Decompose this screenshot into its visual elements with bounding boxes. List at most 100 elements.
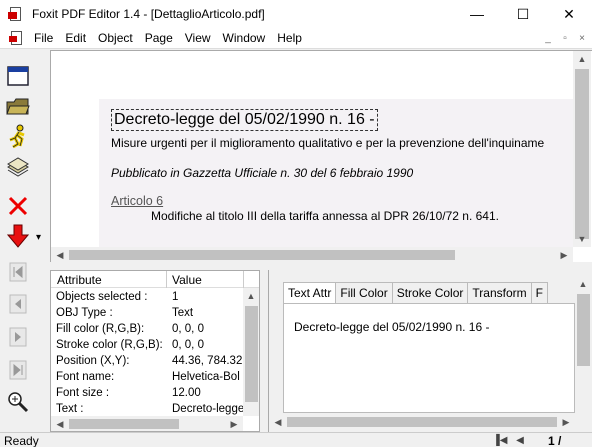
attribute-row: Fill color (R,G,B): 0, 0, 0 bbox=[51, 322, 259, 338]
mdi-close-button[interactable]: × bbox=[574, 30, 590, 46]
menu-edit[interactable]: Edit bbox=[59, 28, 92, 49]
scroll-thumb[interactable] bbox=[577, 294, 590, 366]
window-icon[interactable] bbox=[4, 62, 32, 90]
zoom-icon[interactable] bbox=[4, 388, 32, 416]
panel-splitter[interactable] bbox=[42, 262, 592, 268]
attribute-row: Font size : 12.00 bbox=[51, 386, 259, 402]
close-button[interactable]: ✕ bbox=[546, 0, 592, 28]
status-bar: Ready ▐◀ ◀ 1 / bbox=[0, 432, 592, 447]
menu-file[interactable]: File bbox=[28, 28, 59, 49]
text-panel-horizontal-scrollbar[interactable]: ◀ ▶ bbox=[269, 414, 575, 430]
scroll-thumb[interactable] bbox=[287, 417, 557, 427]
document-horizontal-scrollbar[interactable]: ◀ ▶ bbox=[51, 247, 573, 263]
attribute-key: Font name: bbox=[56, 371, 115, 383]
scroll-left-icon[interactable]: ◀ bbox=[270, 414, 286, 430]
attribute-key: Font size : bbox=[56, 387, 110, 399]
attributes-header: Attribute Value bbox=[51, 271, 259, 288]
scroll-right-icon[interactable]: ▶ bbox=[556, 247, 572, 263]
scroll-left-icon[interactable]: ◀ bbox=[52, 416, 68, 431]
page-number[interactable]: 1 / bbox=[548, 434, 561, 447]
next-page-icon[interactable] bbox=[4, 323, 32, 351]
menu-view[interactable]: View bbox=[179, 28, 217, 49]
status-text: Ready bbox=[4, 434, 39, 447]
doc-article-heading[interactable]: Articolo 6 bbox=[111, 194, 163, 208]
doc-title-text[interactable]: Decreto-legge del 05/02/1990 n. 16 - bbox=[111, 109, 378, 131]
mdi-restore-button[interactable]: ▫ bbox=[557, 30, 573, 46]
attribute-key: Position (X,Y): bbox=[56, 355, 130, 367]
menu-help[interactable]: Help bbox=[271, 28, 308, 49]
tab-stroke-color[interactable]: Stroke Color bbox=[391, 282, 469, 303]
app-icon bbox=[8, 6, 24, 22]
attribute-key: Fill color (R,G,B): bbox=[56, 323, 145, 335]
first-page-icon[interactable] bbox=[4, 258, 32, 286]
last-page-icon[interactable] bbox=[4, 356, 32, 384]
attribute-value: 44.36, 784.32 bbox=[172, 355, 243, 367]
title-bar: Foxit PDF Editor 1.4 - [DettaglioArticol… bbox=[0, 0, 592, 28]
doc-publication-line[interactable]: Pubblicato in Gazzetta Ufficiale n. 30 d… bbox=[111, 166, 413, 180]
scroll-up-icon[interactable]: ▲ bbox=[574, 51, 590, 67]
doc-article-text[interactable]: Modifiche al titolo III della tariffa an… bbox=[151, 209, 499, 223]
status-prev-page-icon[interactable]: ◀ bbox=[510, 433, 530, 447]
scroll-up-icon[interactable]: ▲ bbox=[575, 276, 591, 292]
attribute-value: 1 bbox=[172, 291, 179, 303]
minimize-button[interactable]: — bbox=[454, 0, 500, 28]
attribute-value: Helvetica-Bol bbox=[172, 371, 240, 383]
delete-icon[interactable] bbox=[4, 192, 32, 220]
attribute-key: Stroke color (R,G,B): bbox=[56, 339, 163, 351]
attribute-key: Text : bbox=[56, 403, 84, 415]
stack-icon[interactable] bbox=[4, 152, 32, 180]
attribute-row: Position (X,Y): 44.36, 784.32 bbox=[51, 354, 259, 370]
tab-text-attr[interactable]: Text Attr bbox=[283, 282, 337, 303]
attribute-row: Stroke color (R,G,B): 0, 0, 0 bbox=[51, 338, 259, 354]
scroll-down-icon[interactable]: ▼ bbox=[574, 231, 590, 247]
down-arrow-icon[interactable] bbox=[4, 222, 32, 250]
scroll-thumb[interactable] bbox=[69, 419, 179, 429]
tab-fill-color[interactable]: Fill Color bbox=[335, 282, 393, 303]
attribute-key: OBJ Type : bbox=[56, 307, 113, 319]
document-view[interactable]: Decreto-legge del 05/02/1990 n. 16 - Mis… bbox=[50, 50, 592, 263]
doc-text-line[interactable]: Misure urgenti per il miglioramento qual… bbox=[111, 136, 573, 150]
document-icon[interactable] bbox=[8, 30, 24, 46]
attribute-row: OBJ Type : Text bbox=[51, 306, 259, 322]
text-content[interactable]: Decreto-legge del 05/02/1990 n. 16 - bbox=[294, 320, 489, 334]
text-content-area[interactable]: Decreto-legge del 05/02/1990 n. 16 - bbox=[283, 303, 575, 413]
run-icon[interactable] bbox=[4, 122, 32, 150]
menu-window[interactable]: Window bbox=[217, 28, 272, 49]
document-vertical-scrollbar[interactable]: ▲ ▼ bbox=[573, 51, 591, 247]
text-panel-vertical-scrollbar[interactable]: ▲ bbox=[575, 276, 592, 414]
attribute-value: 12.00 bbox=[172, 387, 201, 399]
attributes-horizontal-scrollbar[interactable]: ◀ ▶ bbox=[51, 416, 243, 431]
attribute-key: Objects selected : bbox=[56, 291, 148, 303]
attribute-row: Objects selected : 1 bbox=[51, 290, 259, 306]
value-column-header[interactable]: Value bbox=[172, 273, 202, 287]
menu-object[interactable]: Object bbox=[92, 28, 139, 49]
tab-font[interactable]: F bbox=[530, 282, 548, 303]
property-tabs: Text Attr Fill Color Stroke Color Transf… bbox=[283, 282, 548, 303]
prev-page-icon[interactable] bbox=[4, 290, 32, 318]
attribute-column-header[interactable]: Attribute bbox=[57, 273, 102, 287]
status-first-page-icon[interactable]: ▐◀ bbox=[490, 433, 510, 447]
maximize-button[interactable]: ☐ bbox=[500, 0, 546, 28]
text-properties-panel: Text Attr Fill Color Stroke Color Transf… bbox=[268, 270, 592, 432]
scroll-left-icon[interactable]: ◀ bbox=[52, 247, 68, 263]
attribute-value: Text bbox=[172, 307, 194, 319]
scroll-up-icon[interactable]: ▲ bbox=[243, 288, 259, 304]
attributes-vertical-scrollbar[interactable]: ▲ bbox=[243, 288, 259, 416]
open-folder-icon[interactable] bbox=[4, 92, 32, 120]
scroll-thumb[interactable] bbox=[575, 69, 589, 239]
attribute-value: 0, 0, 0 bbox=[172, 339, 204, 351]
menu-page[interactable]: Page bbox=[139, 28, 179, 49]
tab-transform[interactable]: Transform bbox=[467, 282, 532, 303]
scroll-thumb[interactable] bbox=[245, 306, 258, 402]
mdi-minimize-button[interactable]: _ bbox=[540, 30, 556, 46]
left-toolbar: ▾ bbox=[0, 50, 42, 432]
window-title: Foxit PDF Editor 1.4 - [DettaglioArticol… bbox=[32, 7, 265, 21]
attribute-value: Decreto-legge bbox=[172, 403, 245, 415]
scroll-thumb[interactable] bbox=[69, 250, 455, 260]
attribute-value: 0, 0, 0 bbox=[172, 323, 204, 335]
dropdown-arrow-icon[interactable]: ▾ bbox=[36, 232, 41, 243]
scroll-right-icon[interactable]: ▶ bbox=[226, 416, 242, 431]
attribute-row: Font name: Helvetica-Bol bbox=[51, 370, 259, 386]
menu-bar: File Edit Object Page View Window Help _… bbox=[0, 28, 592, 49]
scroll-right-icon[interactable]: ▶ bbox=[558, 414, 574, 430]
